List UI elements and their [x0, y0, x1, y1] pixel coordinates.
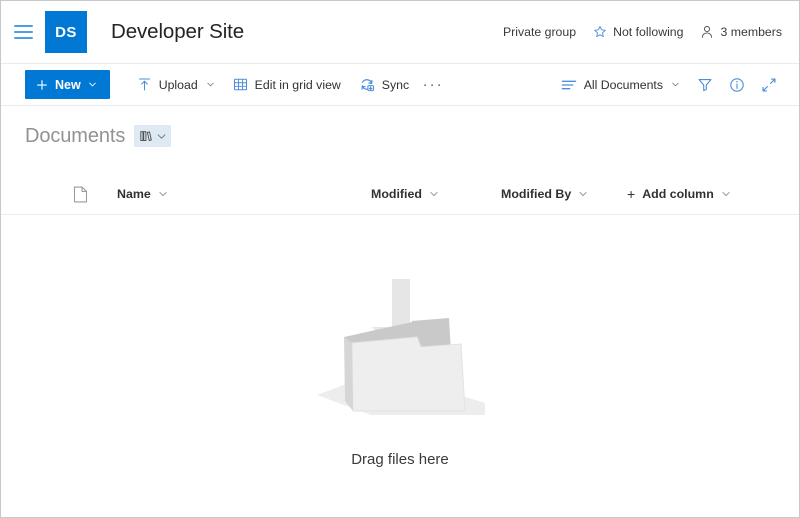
view-selector-label: All Documents	[583, 77, 663, 92]
plus-icon	[36, 79, 48, 91]
column-header-modified-by-label: Modified By	[501, 187, 572, 201]
follow-label: Not following	[613, 25, 684, 39]
site-header-actions: Private group Not following 3 members	[503, 25, 782, 39]
sync-button[interactable]: Sync	[350, 68, 418, 102]
hamburger-icon[interactable]	[8, 17, 38, 47]
star-outline-icon	[593, 25, 607, 39]
members-button[interactable]: 3 members	[700, 25, 782, 39]
chevron-down-icon	[429, 189, 439, 199]
chevron-down-icon	[671, 80, 680, 89]
chevron-down-icon	[158, 189, 168, 199]
expand-diagonal-icon[interactable]	[753, 69, 785, 101]
edit-in-grid-view-button[interactable]: Edit in grid view	[224, 68, 350, 102]
add-column-label: Add column	[642, 187, 714, 201]
chevron-down-icon	[578, 189, 588, 199]
upload-label: Upload	[158, 77, 198, 92]
column-header-modified-by[interactable]: Modified By	[501, 187, 588, 201]
library-view-switcher[interactable]	[134, 125, 172, 147]
command-bar: New Upload Edit in grid view Sync ··· Al…	[1, 64, 799, 106]
empty-state-caption: Drag files here	[351, 451, 449, 468]
column-header-name[interactable]: Name	[117, 187, 168, 201]
info-circle-icon[interactable]	[721, 69, 753, 101]
filter-funnel-icon[interactable]	[689, 69, 721, 101]
site-logo-initials: DS	[55, 23, 77, 41]
chevron-down-icon	[156, 131, 167, 142]
new-button[interactable]: New	[25, 70, 110, 99]
column-file-type[interactable]	[73, 186, 105, 203]
drag-files-folder-illustration	[309, 275, 491, 425]
column-header-modified-label: Modified	[371, 187, 422, 201]
chevron-down-icon	[206, 80, 215, 89]
library-header: Documents	[1, 106, 799, 153]
follow-button[interactable]: Not following	[593, 25, 683, 39]
column-headers-row: Name Modified Modified By + Add column	[1, 174, 799, 215]
person-icon	[700, 25, 714, 39]
view-list-icon	[561, 78, 577, 92]
sync-label: Sync	[381, 77, 410, 92]
library-title[interactable]: Documents	[25, 125, 125, 148]
sharepoint-document-library-page: DS Developer Site Private group Not foll…	[0, 0, 800, 518]
grid-table-icon	[233, 77, 248, 92]
upload-arrow-icon	[137, 77, 152, 92]
chevron-down-icon	[88, 80, 97, 89]
upload-button[interactable]: Upload	[128, 68, 224, 102]
library-books-icon	[139, 129, 153, 143]
new-button-label: New	[55, 77, 81, 92]
site-header: DS Developer Site Private group Not foll…	[1, 1, 799, 64]
privacy-label: Private group	[503, 25, 576, 39]
more-options-button[interactable]: ···	[418, 70, 448, 100]
add-column-button[interactable]: + Add column	[627, 186, 731, 202]
privacy-text: Private group	[502, 25, 577, 39]
column-header-modified[interactable]: Modified	[371, 187, 439, 201]
site-logo[interactable]: DS	[45, 11, 87, 53]
empty-state: Drag files here	[1, 215, 799, 468]
sync-icon	[359, 77, 375, 93]
chevron-down-icon	[721, 189, 731, 199]
members-label: 3 members	[720, 25, 782, 39]
view-selector-button[interactable]: All Documents	[552, 68, 689, 102]
column-header-name-label: Name	[117, 187, 151, 201]
edit-in-grid-view-label: Edit in grid view	[254, 77, 341, 92]
plus-icon: +	[627, 186, 636, 202]
page-title[interactable]: Developer Site	[111, 20, 244, 44]
file-page-icon	[73, 186, 88, 203]
